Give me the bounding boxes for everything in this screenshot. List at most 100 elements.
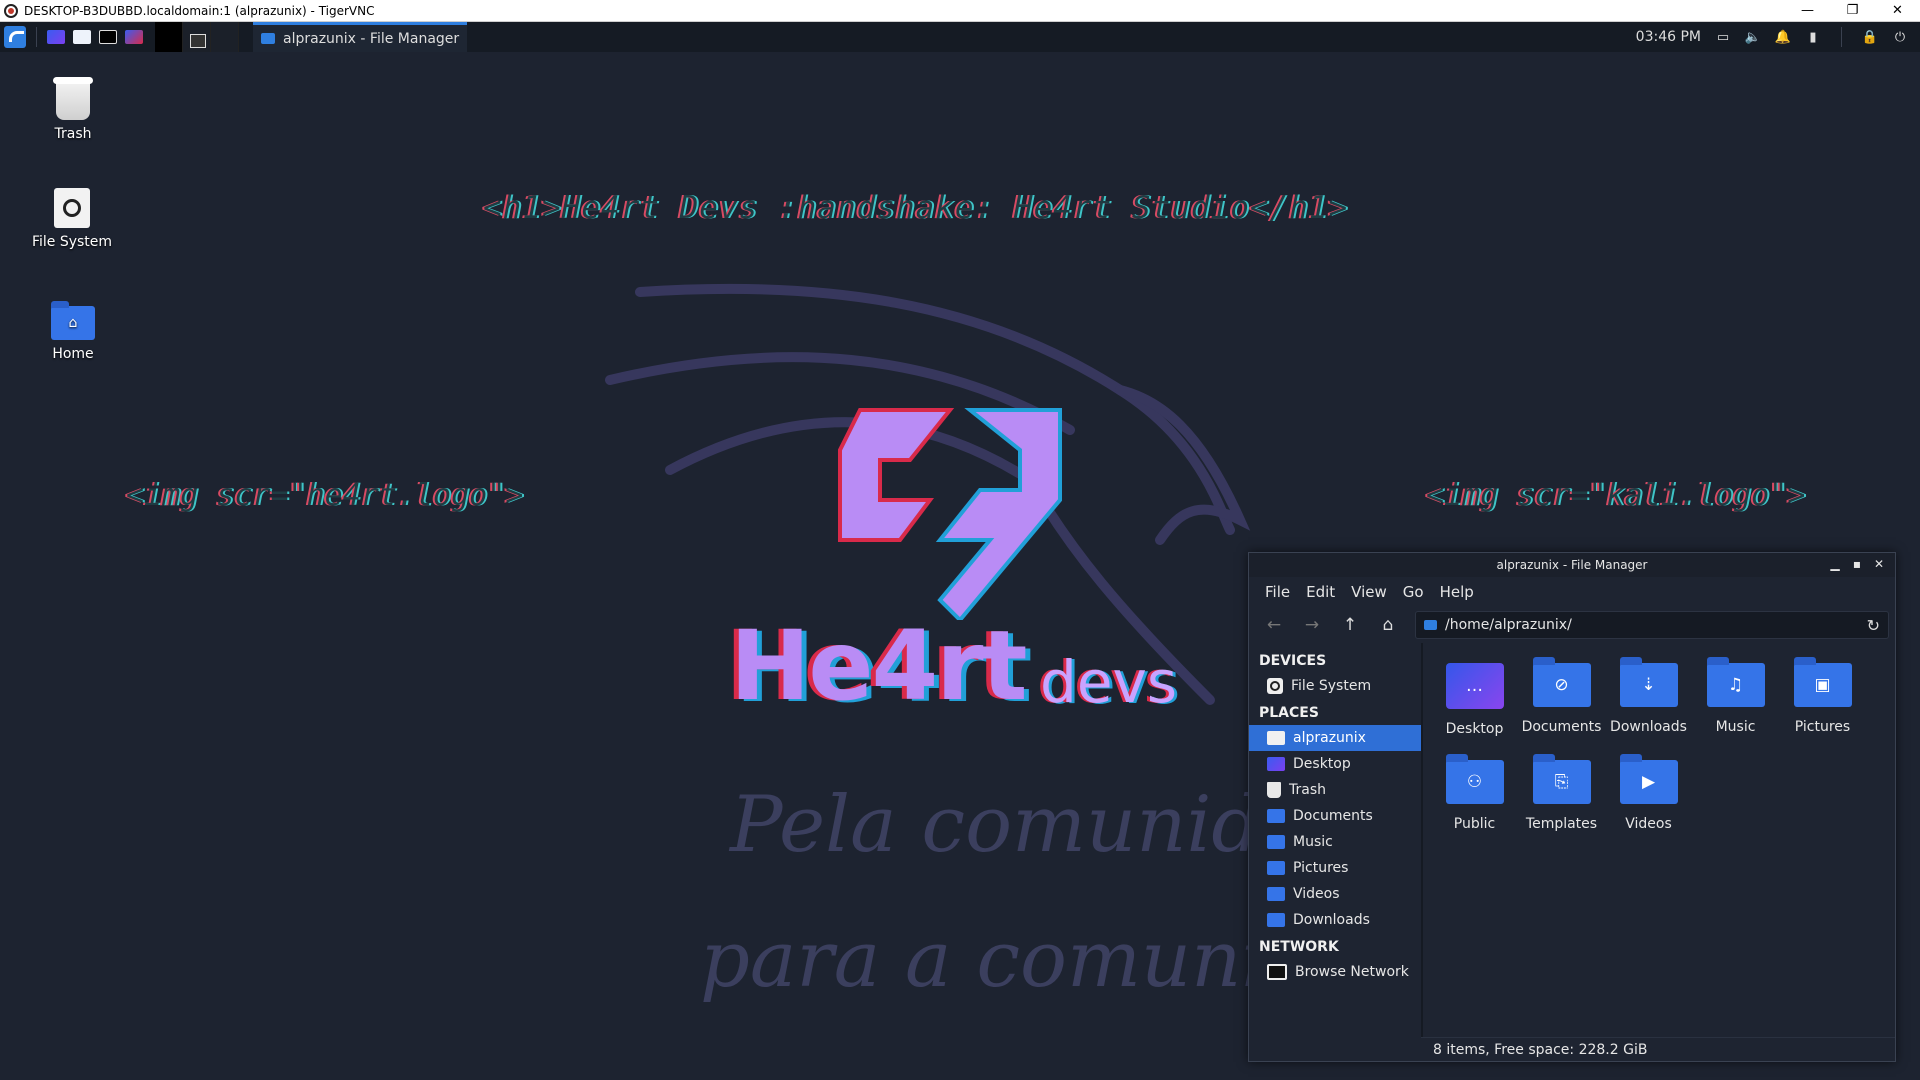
menu-edit[interactable]: Edit — [1298, 583, 1343, 601]
sidebar-item-label: Videos — [1293, 886, 1340, 902]
workspace-2[interactable] — [183, 22, 211, 52]
file-item-downloads[interactable]: ⇣ Downloads — [1605, 657, 1692, 754]
file-item-pictures[interactable]: ▣ Pictures — [1779, 657, 1866, 754]
file-item-desktop[interactable]: … Desktop — [1431, 657, 1518, 754]
wallpaper-img-right-text: <img scr="kali.logo"> — [1426, 478, 1806, 513]
vnc-close-button[interactable]: ✕ — [1875, 0, 1920, 22]
battery-icon[interactable]: ▮ — [1805, 29, 1821, 45]
parent-folder-up-icon[interactable]: ↑ — [1333, 610, 1367, 640]
vnc-minimize-button[interactable]: — — [1785, 0, 1830, 22]
file-view: … Desktop ⊘ Documents ⇣ Downloads ♫ Musi… — [1423, 643, 1895, 1037]
menu-go[interactable]: Go — [1395, 583, 1432, 601]
sidebar-item-browse-network[interactable]: Browse Network — [1249, 959, 1421, 985]
file-manager-title: alprazunix - File Manager — [1496, 558, 1648, 572]
sidebar-item-label: Pictures — [1293, 860, 1349, 876]
top-panel: alprazunix - File Manager 03:46 PM ▭ 🔈 🔔… — [0, 22, 1920, 52]
sidebar-heading-places: PLACES — [1259, 705, 1319, 721]
sidebar-heading-devices: DEVICES — [1259, 653, 1327, 669]
sidebar-item-pictures[interactable]: Pictures — [1249, 855, 1421, 881]
desktop-icon-home[interactable]: ⌂ Home — [18, 301, 128, 362]
sidebar-item-home[interactable]: alprazunix — [1249, 725, 1421, 751]
file-item-label: Downloads — [1610, 719, 1687, 735]
sidebar-item-documents[interactable]: Documents — [1249, 803, 1421, 829]
sidebar-item-file-system[interactable]: File System — [1249, 673, 1421, 699]
home-icon[interactable]: ⌂ — [1371, 610, 1405, 640]
desktop-icon-label: Home — [52, 346, 94, 362]
sidebar: DEVICES File System PLACES alprazunix De… — [1249, 643, 1421, 1037]
minimize-button[interactable]: ▁ — [1827, 556, 1843, 572]
sidebar-item-label: Documents — [1293, 808, 1373, 824]
file-manager-launcher[interactable] — [69, 24, 95, 50]
sidebar-item-downloads[interactable]: Downloads — [1249, 907, 1421, 933]
wallpaper-brand-text: He4rt — [730, 610, 1027, 722]
sidebar-item-label: Music — [1293, 834, 1333, 850]
sidebar-item-videos[interactable]: Videos — [1249, 881, 1421, 907]
panel-separator — [1841, 27, 1842, 47]
location-bar[interactable]: /home/alprazunix/ ↻ — [1415, 611, 1889, 639]
taskbar-item-label: alprazunix - File Manager — [283, 30, 460, 47]
notifications-icon[interactable]: 🔔 — [1775, 29, 1791, 45]
applications-menu-button[interactable] — [0, 22, 30, 52]
videos-folder-icon: ▶ — [1619, 754, 1678, 804]
documents-folder-icon: ⊘ — [1532, 657, 1591, 707]
file-manager-body: DEVICES File System PLACES alprazunix De… — [1249, 643, 1895, 1037]
reload-icon[interactable]: ↻ — [1867, 616, 1880, 635]
file-item-music[interactable]: ♫ Music — [1692, 657, 1779, 754]
trash-icon — [1267, 782, 1281, 798]
file-item-label: Public — [1453, 816, 1496, 832]
maximize-button[interactable]: ▪ — [1849, 556, 1865, 572]
menu-view[interactable]: View — [1343, 583, 1395, 601]
menu-file[interactable]: File — [1257, 583, 1298, 601]
sidebar-item-label: Browse Network — [1295, 964, 1409, 980]
volume-icon[interactable]: 🔈 — [1745, 29, 1761, 45]
close-button[interactable]: ✕ — [1871, 556, 1887, 572]
music-folder-icon — [1267, 835, 1285, 849]
terminal-launcher[interactable] — [95, 24, 121, 50]
workspace-3[interactable] — [211, 22, 239, 52]
sidebar-item-music[interactable]: Music — [1249, 829, 1421, 855]
panel-separator — [36, 27, 37, 47]
browser-launcher[interactable] — [121, 24, 147, 50]
workspace-switcher — [155, 22, 239, 52]
taskbar-item-file-manager[interactable]: alprazunix - File Manager — [253, 22, 468, 52]
vnc-restore-button[interactable]: ❐ — [1830, 0, 1875, 22]
desktop-icon — [1267, 757, 1285, 771]
file-item-templates[interactable]: ⎘ Templates — [1518, 754, 1605, 851]
sidebar-item-trash[interactable]: Trash — [1249, 777, 1421, 803]
file-item-public[interactable]: ⚇ Public — [1431, 754, 1518, 851]
location-path[interactable]: /home/alprazunix/ — [1445, 617, 1572, 633]
forward-arrow-icon[interactable]: → — [1295, 610, 1329, 640]
wallpaper-brand-sub-text: devs — [1040, 648, 1178, 716]
vnc-window-title: DESKTOP-B3DUBBD.localdomain:1 (alprazuni… — [24, 3, 375, 18]
sidebar-item-label: alprazunix — [1293, 730, 1366, 746]
wallpaper-headline-text: <h1>He4rt Devs :handshake: He4rt Studio<… — [483, 190, 1349, 226]
videos-folder-icon — [1267, 887, 1285, 901]
back-arrow-icon[interactable]: ← — [1257, 610, 1291, 640]
trash-icon — [53, 77, 93, 120]
file-item-videos[interactable]: ▶ Videos — [1605, 754, 1692, 851]
desktop-icon-label: Trash — [54, 126, 92, 142]
workspace-1[interactable] — [155, 22, 183, 52]
lock-screen-icon[interactable]: 🔒 — [1862, 29, 1878, 45]
network-icon — [1267, 964, 1287, 980]
file-manager-titlebar[interactable]: alprazunix - File Manager ▁ ▪ ✕ — [1249, 553, 1895, 577]
display-icon[interactable]: ▭ — [1715, 29, 1731, 45]
home-folder-icon — [1267, 731, 1285, 745]
clock[interactable]: 03:46 PM — [1636, 29, 1701, 45]
file-item-label: Templates — [1525, 816, 1598, 832]
desktop-icon-trash[interactable]: Trash — [18, 77, 128, 142]
desktop-icon — [47, 30, 65, 44]
file-item-label: Videos — [1625, 816, 1672, 832]
menu-help[interactable]: Help — [1432, 583, 1482, 601]
desktop-icon-file-system[interactable]: File System — [17, 188, 127, 250]
file-item-label: Desktop — [1445, 721, 1504, 737]
file-manager-window[interactable]: alprazunix - File Manager ▁ ▪ ✕ File Edi… — [1248, 552, 1896, 1062]
show-desktop-button[interactable] — [43, 24, 69, 50]
sidebar-item-desktop[interactable]: Desktop — [1249, 751, 1421, 777]
tigervnc-icon — [4, 3, 18, 18]
browser-icon — [125, 30, 143, 44]
file-item-documents[interactable]: ⊘ Documents — [1518, 657, 1605, 754]
terminal-icon — [99, 30, 117, 44]
vnc-window-titlebar[interactable]: DESKTOP-B3DUBBD.localdomain:1 (alprazuni… — [0, 0, 1920, 22]
power-icon[interactable]: ⏻ — [1892, 29, 1908, 45]
